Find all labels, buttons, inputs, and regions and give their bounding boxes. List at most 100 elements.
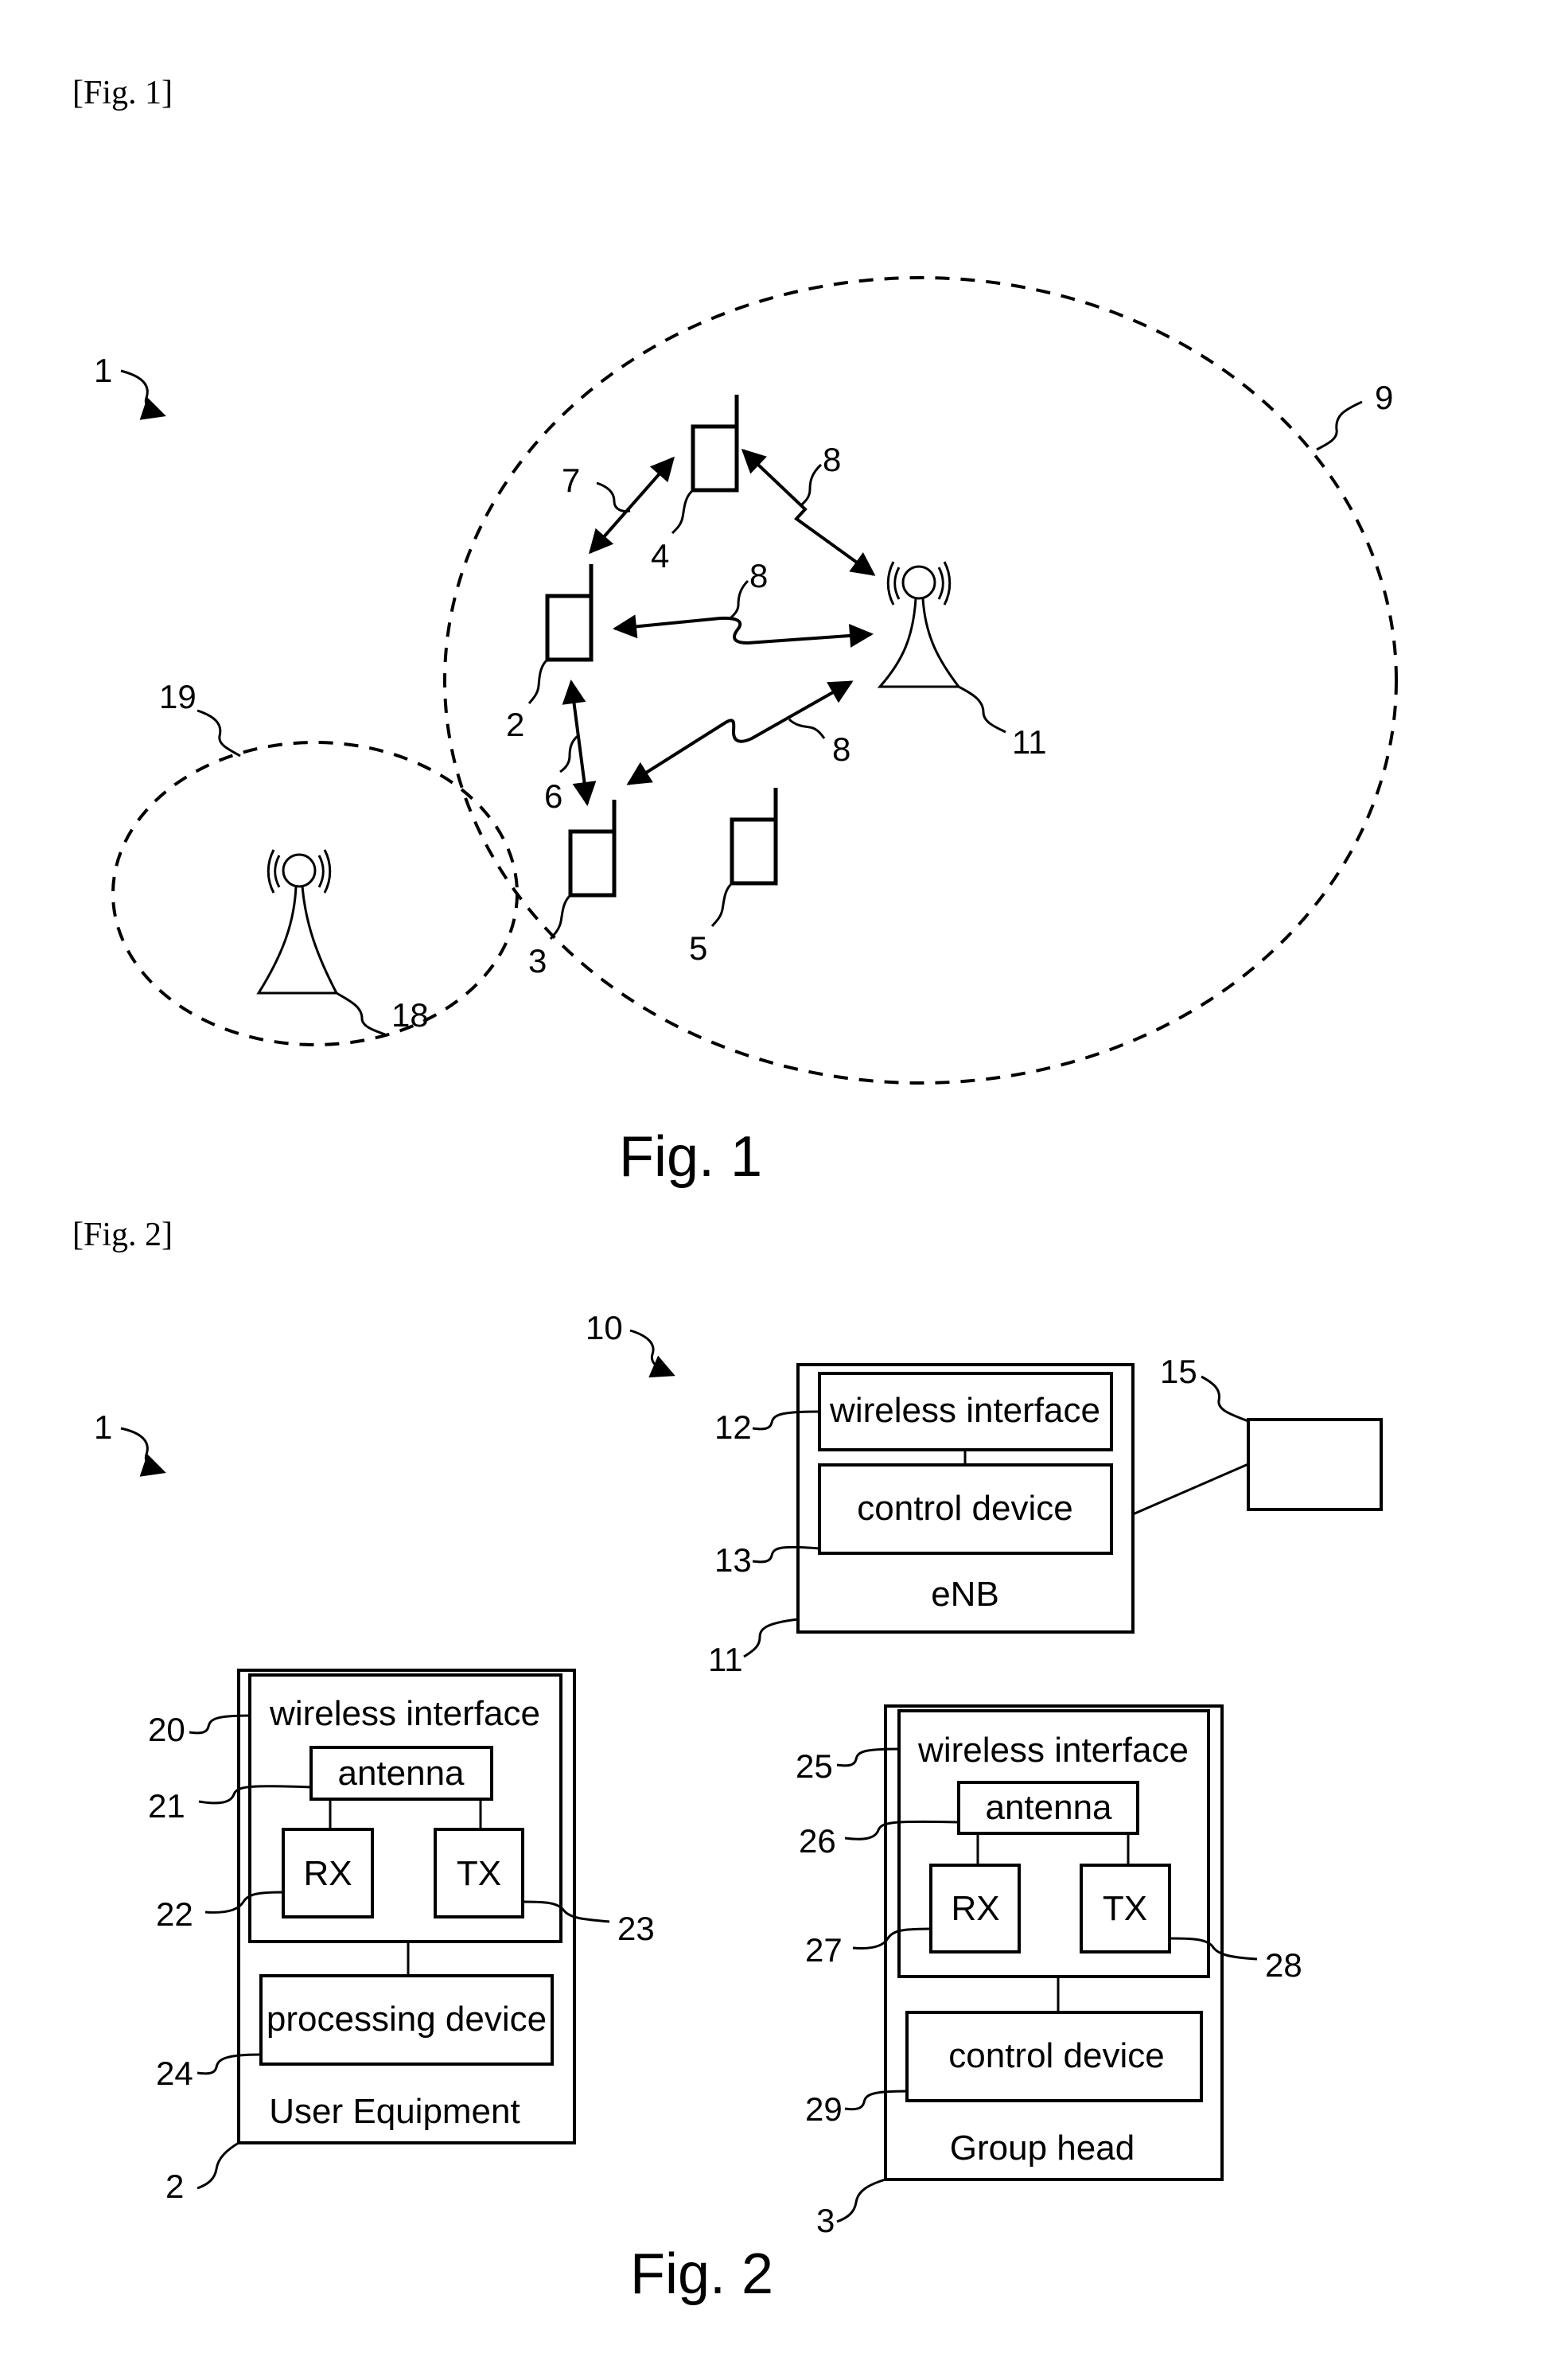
user-equipment-2 bbox=[545, 564, 594, 662]
ref-link-8-mid: 8 bbox=[749, 557, 768, 594]
user-equipment-block: wireless interface antenna RX TX process… bbox=[237, 1669, 576, 2144]
enb-to-node-15-link bbox=[1132, 1463, 1249, 1516]
cell-19-boundary bbox=[111, 741, 519, 1046]
figure-1: [Fig. 1] 1 9 19 18 11 4 2 3 5 7 6 8 8 8 … bbox=[72, 75, 1398, 1189]
ref-gh-antenna-26: 26 bbox=[799, 1822, 836, 1860]
ref-cell-19-leader bbox=[197, 709, 241, 758]
ref-13-leader bbox=[752, 1545, 820, 1564]
tower-icon bbox=[877, 598, 962, 688]
ref-link-8-top-leader bbox=[800, 463, 823, 506]
ref-ue-tx-23: 23 bbox=[617, 1910, 655, 1947]
ref-ue-5: 5 bbox=[689, 929, 707, 967]
antenna-head-icon bbox=[282, 853, 317, 888]
ref-gh-3: 3 bbox=[816, 2202, 835, 2239]
gh-outer-box bbox=[884, 1704, 1224, 2181]
user-equipment-5 bbox=[730, 788, 778, 886]
antenna-head-icon bbox=[901, 565, 936, 600]
phone-body-icon bbox=[691, 424, 739, 493]
ref-20-leader bbox=[189, 1714, 251, 1735]
ref-ue-2: 2 bbox=[165, 2168, 184, 2205]
ref-23-leader bbox=[522, 1900, 610, 1923]
ref-system-1-arrow bbox=[120, 369, 166, 420]
ref-11-leader bbox=[743, 1618, 799, 1658]
ref-ue-processing-24: 24 bbox=[156, 2055, 193, 2092]
ref-21-leader bbox=[198, 1785, 312, 1805]
gh-wireless-interface-label: wireless interface bbox=[917, 1731, 1189, 1770]
ref-24-leader bbox=[197, 2053, 262, 2075]
phone-body-icon bbox=[545, 594, 594, 662]
ref-ue-wireless-20: 20 bbox=[148, 1711, 185, 1748]
ref-link-8-mid-leader bbox=[729, 579, 749, 620]
link-8-top-arrow bbox=[741, 448, 876, 576]
group-head-block: wireless interface antenna RX TX control… bbox=[884, 1704, 1224, 2181]
figure-1-caption: Fig. 1 bbox=[619, 1125, 762, 1189]
ref-ue-2-leader bbox=[197, 2141, 239, 2190]
figure-1-tag: [Fig. 1] bbox=[72, 75, 173, 111]
ref-enb-11: 11 bbox=[708, 1641, 743, 1678]
gh-antenna-label: antenna bbox=[985, 1788, 1112, 1827]
patent-drawing-sheet: [Fig. 1] 1 9 19 18 11 4 2 3 5 7 6 8 8 8 … bbox=[72, 75, 1398, 2306]
ref-ue-2-leader bbox=[527, 658, 549, 704]
cell-9-boundary bbox=[443, 276, 1398, 1085]
ref-gh-control-29: 29 bbox=[805, 2090, 843, 2128]
ref-gh-3: 3 bbox=[528, 942, 547, 980]
base-station-11 bbox=[877, 561, 962, 688]
ref-28-leader bbox=[1169, 1937, 1258, 1961]
tower-icon bbox=[256, 886, 339, 995]
ref-ue-5-leader bbox=[710, 882, 734, 927]
ref-enb-control-13: 13 bbox=[714, 1541, 752, 1579]
ref-link-8-bottom: 8 bbox=[832, 730, 850, 768]
ref-base-station-18: 18 bbox=[391, 996, 429, 1034]
gh-control-device-label: control device bbox=[948, 2036, 1164, 2075]
ref-gh-rx-27: 27 bbox=[805, 1931, 843, 1969]
user-equipment-4 bbox=[691, 395, 739, 493]
figure-2: [Fig. 2] 1 10 wireless interface control… bbox=[72, 1217, 1383, 2306]
ref-ue-antenna-21: 21 bbox=[148, 1787, 185, 1825]
ue-antenna-label: antenna bbox=[337, 1754, 465, 1793]
ref-15-leader bbox=[1201, 1375, 1249, 1423]
ref-base-station-11: 11 bbox=[1012, 723, 1047, 761]
enb-control-device-label: control device bbox=[857, 1489, 1072, 1528]
figure-2-caption: Fig. 2 bbox=[630, 2242, 773, 2306]
ref-ue-2: 2 bbox=[506, 706, 524, 743]
group-head-3 bbox=[568, 800, 617, 898]
ue-wireless-interface-label: wireless interface bbox=[269, 1694, 540, 1733]
external-node-15-box bbox=[1247, 1418, 1383, 1511]
ref-network-10-arrow bbox=[629, 1329, 675, 1378]
ref-cell-9: 9 bbox=[1375, 379, 1393, 416]
ref-22-leader bbox=[204, 1891, 284, 1914]
ref-cell-9-leader bbox=[1316, 400, 1363, 451]
ref-link-7-leader bbox=[596, 481, 631, 512]
ue-processing-device-label: processing device bbox=[267, 2000, 547, 2039]
enb-wireless-interface-label: wireless interface bbox=[829, 1391, 1100, 1430]
ref-link-6: 6 bbox=[544, 777, 562, 815]
enb-title: eNB bbox=[931, 1575, 999, 1614]
gh-title: Group head bbox=[950, 2129, 1135, 2168]
ue-title: User Equipment bbox=[269, 2092, 520, 2131]
ref-external-node-15: 15 bbox=[1160, 1353, 1197, 1390]
ref-27-leader bbox=[852, 1927, 932, 1950]
phone-body-icon bbox=[568, 829, 617, 898]
ref-network-10: 10 bbox=[586, 1309, 623, 1346]
link-8-mid-arrow bbox=[613, 614, 874, 648]
ue-tx-label: TX bbox=[457, 1854, 501, 1893]
ref-base-station-11-leader bbox=[958, 685, 1006, 734]
ref-system-1: 1 bbox=[94, 1408, 112, 1446]
ref-ue-rx-22: 22 bbox=[156, 1895, 193, 1933]
ref-cell-19: 19 bbox=[159, 678, 197, 715]
enb-block: wireless interface control device eNB bbox=[796, 1363, 1135, 1634]
gh-tx-label: TX bbox=[1103, 1889, 1147, 1928]
ref-26-leader bbox=[844, 1820, 959, 1841]
ref-system-1: 1 bbox=[94, 352, 112, 389]
ref-12-leader bbox=[752, 1410, 820, 1431]
ref-base-station-18-leader bbox=[336, 991, 386, 1036]
base-station-18 bbox=[256, 849, 339, 995]
ref-system-1-arrow bbox=[120, 1427, 166, 1477]
phone-body-icon bbox=[730, 817, 778, 886]
ref-25-leader bbox=[836, 1747, 900, 1767]
ref-link-7: 7 bbox=[562, 462, 580, 499]
ref-link-8-bottom-leader bbox=[788, 718, 826, 739]
ref-gh-tx-28: 28 bbox=[1265, 1946, 1302, 1984]
ref-gh-wireless-25: 25 bbox=[796, 1747, 833, 1785]
ref-29-leader bbox=[844, 2090, 908, 2111]
